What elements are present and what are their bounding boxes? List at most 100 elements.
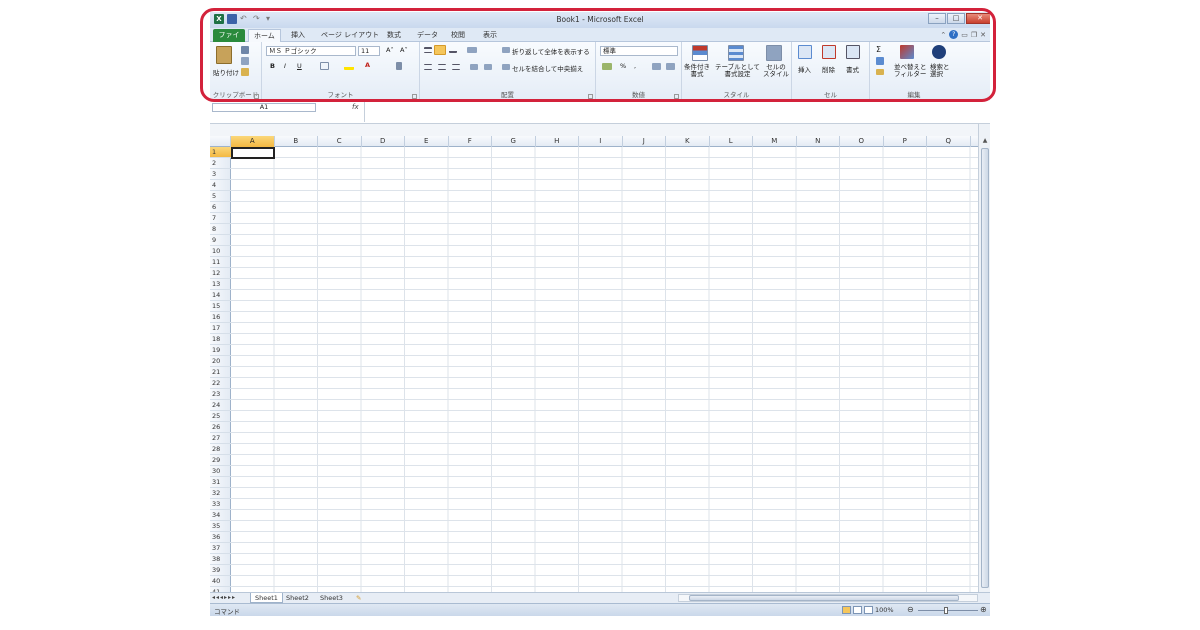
row-header-12[interactable]: 12	[210, 268, 231, 279]
row-header-40[interactable]: 40	[210, 576, 231, 587]
align-bottom-icon[interactable]	[449, 47, 457, 53]
column-header-i[interactable]: I	[579, 136, 623, 147]
row-header-8[interactable]: 8	[210, 224, 231, 235]
format-painter-icon[interactable]	[241, 68, 249, 76]
italic-button[interactable]: I	[284, 62, 286, 70]
horizontal-scrollbar[interactable]	[678, 594, 978, 602]
row-header-1[interactable]: 1	[210, 147, 231, 158]
row-header-29[interactable]: 29	[210, 455, 231, 466]
fill-color-icon[interactable]	[344, 62, 354, 70]
name-box[interactable]: A1	[212, 103, 316, 112]
cells-area[interactable]	[231, 147, 978, 604]
close-button[interactable]: ✕	[966, 13, 990, 24]
row-header-39[interactable]: 39	[210, 565, 231, 576]
find-select-icon[interactable]	[932, 45, 946, 59]
row-header-27[interactable]: 27	[210, 433, 231, 444]
delete-cells-icon[interactable]	[822, 45, 836, 59]
increase-indent-icon[interactable]	[484, 64, 492, 70]
zoom-slider[interactable]	[918, 610, 978, 611]
wrap-text-button[interactable]: 折り返して全体を表示する	[512, 46, 590, 56]
orientation-icon[interactable]	[467, 47, 477, 53]
doc-restore-icon[interactable]: ❐	[971, 31, 977, 39]
clear-icon[interactable]	[876, 69, 884, 75]
minimize-ribbon-icon[interactable]: ⌃	[940, 31, 946, 39]
column-header-b[interactable]: B	[275, 136, 318, 147]
row-header-26[interactable]: 26	[210, 422, 231, 433]
vertical-scroll-thumb[interactable]	[981, 148, 989, 588]
normal-view-button[interactable]	[842, 606, 851, 614]
cell-styles-button[interactable]: セルの スタイル	[763, 64, 789, 78]
row-header-32[interactable]: 32	[210, 488, 231, 499]
comma-button[interactable]: ,	[634, 62, 636, 70]
sheet-nav-buttons[interactable]: ◂◂◂▸▸▸	[212, 593, 236, 603]
row-header-33[interactable]: 33	[210, 499, 231, 510]
align-right-icon[interactable]	[452, 64, 460, 70]
row-header-18[interactable]: 18	[210, 334, 231, 345]
row-header-30[interactable]: 30	[210, 466, 231, 477]
align-left-icon[interactable]	[424, 64, 432, 70]
horizontal-scroll-thumb[interactable]	[689, 595, 959, 601]
row-header-37[interactable]: 37	[210, 543, 231, 554]
percent-button[interactable]: %	[620, 62, 626, 70]
row-header-31[interactable]: 31	[210, 477, 231, 488]
decrease-indent-icon[interactable]	[470, 64, 478, 70]
help-icon[interactable]: ?	[949, 30, 959, 39]
delete-cells-button[interactable]: 削除	[822, 64, 835, 74]
font-launcher-icon[interactable]	[412, 94, 417, 99]
column-header-l[interactable]: L	[710, 136, 753, 147]
column-header-k[interactable]: K	[666, 136, 710, 147]
autosum-button[interactable]: Σ	[876, 45, 881, 54]
row-header-11[interactable]: 11	[210, 257, 231, 268]
merge-center-button[interactable]: セルを結合して中央揃え	[512, 63, 583, 73]
column-header-d[interactable]: D	[362, 136, 405, 147]
number-launcher-icon[interactable]	[674, 94, 679, 99]
zoom-level[interactable]: 100%	[875, 606, 894, 614]
tab-data[interactable]: データ	[412, 29, 443, 42]
minimize-button[interactable]: –	[928, 13, 946, 24]
font-color-button[interactable]: A	[365, 61, 370, 69]
conditional-format-icon[interactable]	[692, 45, 708, 61]
row-header-2[interactable]: 2	[210, 158, 231, 169]
maximize-button[interactable]: □	[947, 13, 965, 24]
number-format-select[interactable]: 標準	[600, 46, 678, 56]
format-cells-icon[interactable]	[846, 45, 860, 59]
format-as-table-icon[interactable]	[728, 45, 744, 61]
column-header-q[interactable]: Q	[927, 136, 971, 147]
zoom-out-icon[interactable]: ⊖	[907, 605, 914, 614]
row-header-17[interactable]: 17	[210, 323, 231, 334]
clipboard-launcher-icon[interactable]	[254, 94, 259, 99]
decrease-decimal-icon[interactable]	[666, 63, 675, 70]
zoom-in-icon[interactable]: ⊕	[980, 605, 987, 614]
column-header-m[interactable]: M	[753, 136, 797, 147]
row-header-13[interactable]: 13	[210, 279, 231, 290]
tab-page-layout[interactable]: ページ レイアウト	[316, 29, 384, 42]
row-header-10[interactable]: 10	[210, 246, 231, 257]
formula-input[interactable]	[364, 102, 976, 122]
increase-decimal-icon[interactable]	[652, 63, 661, 70]
sort-filter-icon[interactable]	[900, 45, 914, 59]
column-header-h[interactable]: H	[536, 136, 579, 147]
column-header-e[interactable]: E	[405, 136, 449, 147]
row-header-19[interactable]: 19	[210, 345, 231, 356]
bold-button[interactable]: B	[270, 62, 275, 70]
fill-icon[interactable]	[876, 57, 884, 65]
row-header-34[interactable]: 34	[210, 510, 231, 521]
sheet-tab-sheet2[interactable]: Sheet2	[282, 593, 313, 603]
font-name-select[interactable]: ＭＳ Ｐゴシック	[266, 46, 356, 56]
row-header-3[interactable]: 3	[210, 169, 231, 180]
insert-sheet-icon[interactable]: ✎	[352, 593, 365, 603]
currency-icon[interactable]	[602, 63, 612, 70]
row-header-9[interactable]: 9	[210, 235, 231, 246]
doc-minimize-icon[interactable]: ▭	[961, 31, 968, 39]
column-header-j[interactable]: J	[623, 136, 666, 147]
border-icon[interactable]	[320, 62, 329, 70]
row-header-14[interactable]: 14	[210, 290, 231, 301]
doc-close-icon[interactable]: ✕	[980, 31, 986, 39]
vertical-scrollbar[interactable]: ▲ ▼	[978, 124, 990, 604]
page-break-view-button[interactable]	[864, 606, 873, 614]
active-cell[interactable]	[231, 147, 275, 159]
row-header-4[interactable]: 4	[210, 180, 231, 191]
column-header-c[interactable]: C	[318, 136, 362, 147]
row-header-5[interactable]: 5	[210, 191, 231, 202]
zoom-slider-knob[interactable]	[944, 607, 948, 614]
